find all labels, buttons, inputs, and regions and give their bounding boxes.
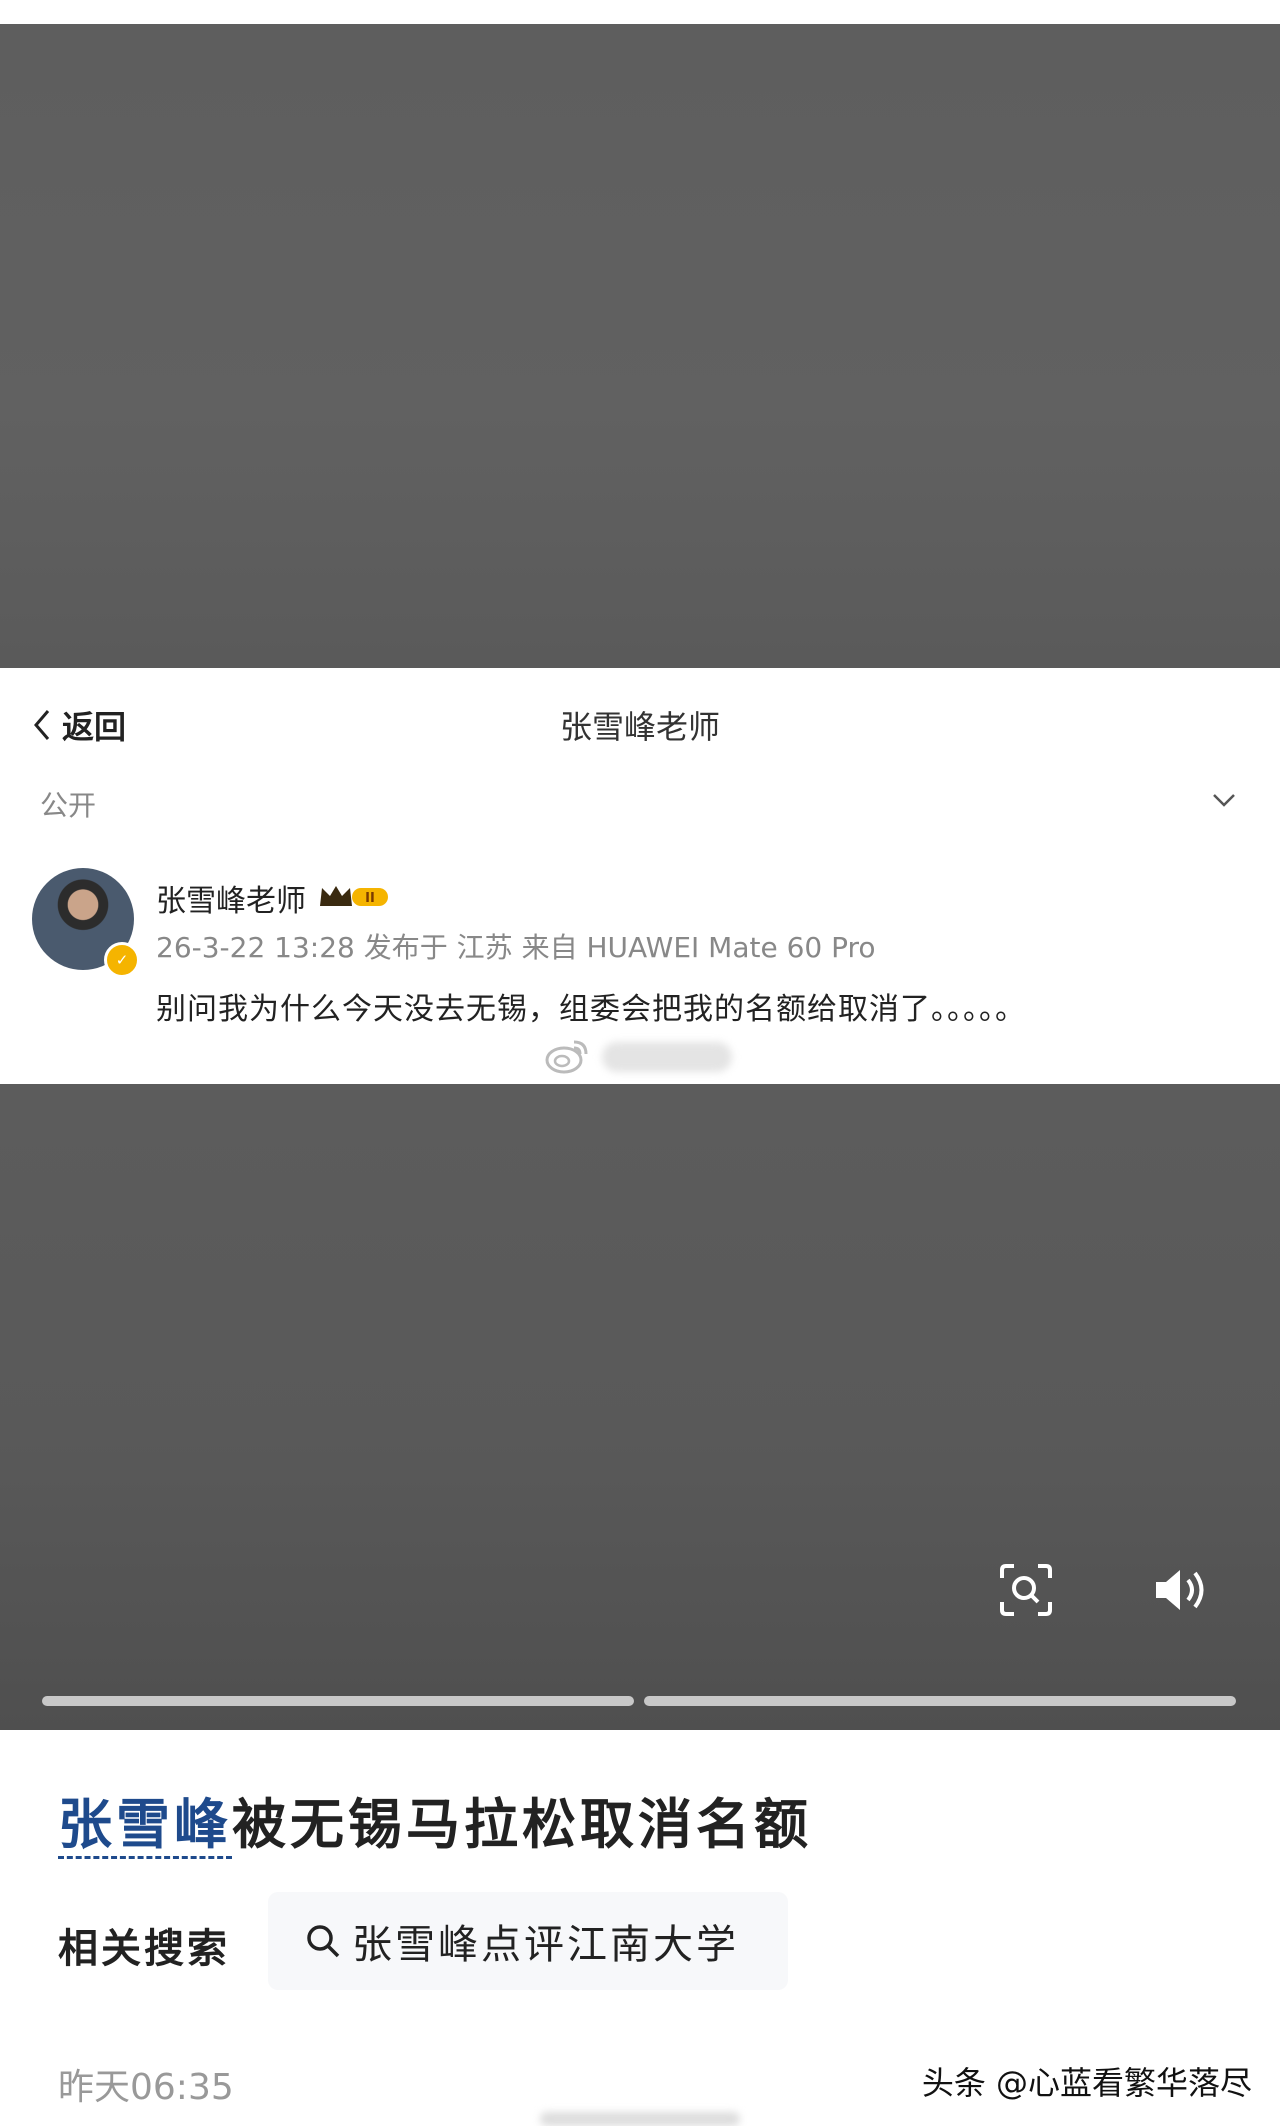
post-text: 别问我为什么今天没去无锡，组委会把我的名额给取消了。。。。。 bbox=[156, 992, 1026, 1027]
scan-search-icon[interactable] bbox=[996, 1560, 1056, 1620]
headline-rest: 被无锡马拉松取消名额 bbox=[232, 1792, 812, 1856]
carousel-progress-2[interactable] bbox=[644, 1696, 1236, 1706]
related-search-query: 张雪峰点评江南大学 bbox=[352, 1922, 739, 1968]
crown-badge-icon: II bbox=[320, 886, 388, 906]
carousel-progress-1[interactable] bbox=[42, 1696, 634, 1706]
privacy-label: 公开 bbox=[40, 789, 97, 822]
related-search-label: 相关搜索 bbox=[58, 1925, 230, 1972]
headline-name-link[interactable]: 张雪峰 bbox=[58, 1792, 232, 1859]
page-title: 张雪峰老师 bbox=[559, 708, 720, 746]
blurred-footer bbox=[540, 2112, 740, 2126]
article-timestamp: 昨天06:35 bbox=[58, 2067, 234, 2108]
svg-text:II: II bbox=[365, 891, 375, 906]
related-search-chip[interactable]: 张雪峰点评江南大学 bbox=[268, 1892, 788, 1990]
search-icon bbox=[307, 1925, 340, 1958]
volume-icon[interactable] bbox=[1150, 1560, 1214, 1620]
video-frame-bottom[interactable] bbox=[0, 1084, 1280, 1730]
post-meta: 26-3-22 13:28 发布于 江苏 来自 HUAWEI Mate 60 P… bbox=[156, 931, 876, 964]
chevron-down-icon[interactable] bbox=[1208, 784, 1240, 816]
video-frame-top[interactable] bbox=[0, 24, 1280, 668]
weibo-post-card: 返回 张雪峰老师 公开 ✓ 张雪峰老师 II 26-3-22 13:28 发布于… bbox=[0, 668, 1280, 1084]
verified-badge-icon: ✓ bbox=[104, 942, 140, 978]
weibo-logo-icon bbox=[545, 1040, 588, 1074]
source-watermark: 头条 @心蓝看繁华落尽 bbox=[921, 2064, 1252, 2102]
username[interactable]: 张雪峰老师 bbox=[156, 876, 306, 920]
top-margin bbox=[0, 0, 1280, 24]
blurred-watermark bbox=[602, 1042, 732, 1072]
article-headline: 张雪峰被无锡马拉松取消名额 bbox=[58, 1780, 812, 1859]
